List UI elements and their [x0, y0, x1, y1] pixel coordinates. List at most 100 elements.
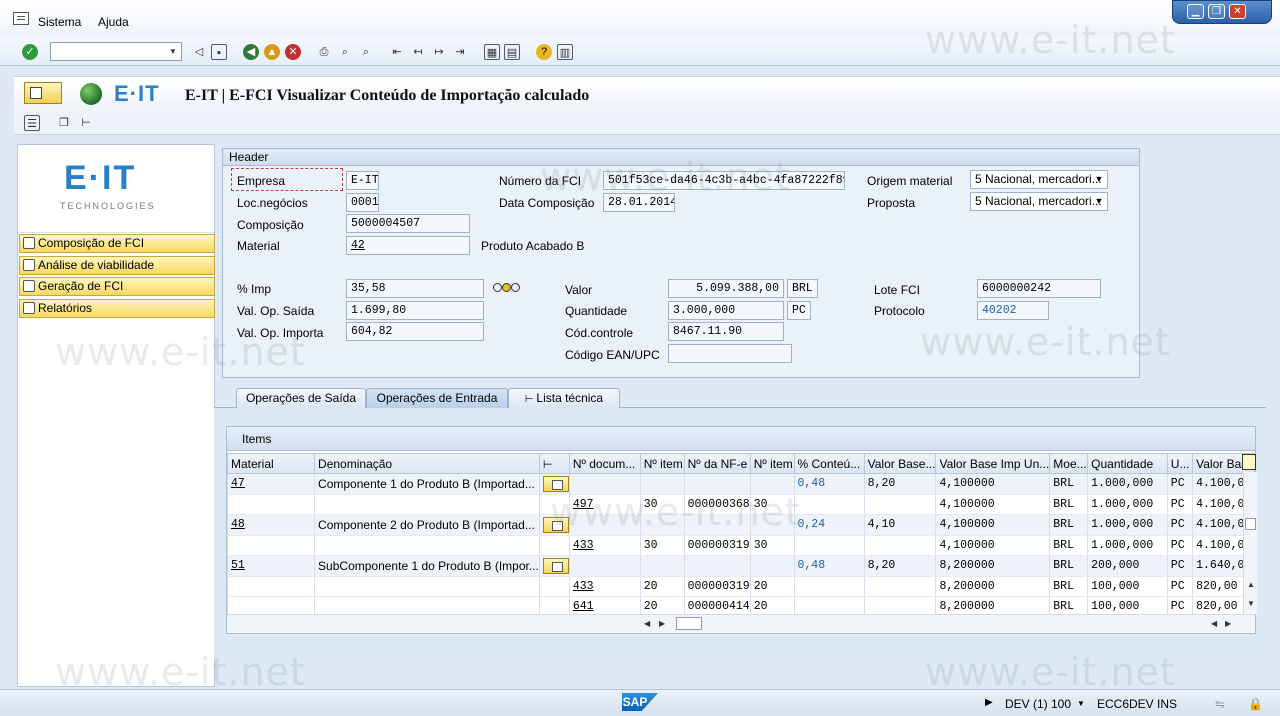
last-page-icon[interactable]: ⇥	[452, 44, 468, 60]
proposta-label: Proposta	[867, 196, 916, 210]
scroll-down-icon[interactable]: ▼	[1247, 599, 1255, 608]
scroll-thumb[interactable]	[676, 617, 702, 630]
lote-fci-field[interactable]: 6000000242	[977, 279, 1101, 298]
protocolo-field[interactable]: 40202	[977, 301, 1049, 320]
column-header[interactable]: Quantidade	[1087, 453, 1168, 474]
copy-icon[interactable]: ❐	[56, 115, 72, 131]
find-icon[interactable]: ⌕	[337, 44, 353, 60]
column-header[interactable]: Moe...	[1049, 453, 1089, 474]
scroll-thumb[interactable]	[1245, 518, 1256, 530]
loc-negocios-field[interactable]: 0001	[346, 193, 379, 212]
column-header[interactable]: Nº docum...	[568, 453, 641, 474]
column-header[interactable]: Material	[226, 453, 316, 474]
data-composicao-field[interactable]: 28.01.2014	[603, 193, 675, 212]
menu-toggle-button[interactable]	[24, 82, 62, 104]
table-row[interactable]: 433 30 000000319 30 4,100000 BRL 1.000,000 PC 4.…	[226, 535, 1255, 556]
column-header[interactable]: U...	[1166, 453, 1194, 474]
table-row[interactable]: 497 30 000000368 30 4,100000 BRL 1.000,000 PC 4.…	[226, 494, 1255, 515]
list-icon[interactable]: ☰	[24, 115, 40, 131]
find-next-icon[interactable]: ⌕	[358, 44, 374, 60]
scroll-up-icon[interactable]: ▲	[1247, 580, 1255, 589]
shortcut-icon[interactable]: ▤	[504, 44, 520, 60]
chevron-down-icon[interactable]: ▼	[1077, 699, 1085, 708]
close-icon[interactable]: ✕	[1229, 4, 1246, 19]
tab-lista-tecnica[interactable]: ⊢ Lista técnica	[508, 388, 620, 408]
column-header-hierarchy[interactable]: ⊢	[538, 453, 570, 474]
new-session-icon[interactable]: ▦	[484, 44, 500, 60]
codigo-ean-field[interactable]	[668, 344, 792, 363]
layout-icon[interactable]: ▥	[557, 44, 573, 60]
table-cell-material[interactable]: 51	[226, 555, 315, 577]
save-icon[interactable]: ▪	[211, 44, 227, 60]
nav-composicao-fci[interactable]: Composição de FCI	[19, 234, 215, 253]
table-cell-material[interactable]: 47	[226, 473, 315, 495]
table-row[interactable]: 433 20 000000319 20 8,200000 BRL 100,000 PC 820,…	[226, 576, 1255, 597]
nav-geracao-fci[interactable]: Geração de FCI	[19, 277, 215, 296]
table-cell-doc[interactable]: 433	[568, 535, 641, 556]
scroll-left-icon[interactable]: ◀	[1211, 619, 1217, 628]
chevron-down-icon[interactable]: ▼	[165, 43, 181, 60]
quantidade-field[interactable]: 3.000,000	[668, 301, 784, 320]
column-header[interactable]: Valor Base...	[863, 453, 937, 474]
table-row[interactable]: 48 Componente 2 do Produto B (Importad...…	[226, 514, 1255, 536]
column-settings-icon[interactable]	[1242, 454, 1256, 470]
horizontal-scrollbar[interactable]: ◀ ▶ ◀ ▶	[227, 614, 1255, 632]
scroll-right-icon[interactable]: ▶	[659, 619, 665, 628]
numero-fci-field[interactable]: 501f53ce-da46-4c3b-a4bc-4fa87222f89f	[603, 171, 845, 190]
exit-icon[interactable]: ▲	[264, 44, 280, 60]
next-page-icon[interactable]: ↦	[431, 44, 447, 60]
first-page-icon[interactable]: ⇤	[389, 44, 405, 60]
valor-currency[interactable]: BRL	[787, 279, 818, 298]
vertical-scrollbar[interactable]: ▲ ▼	[1243, 472, 1257, 614]
menu-ajuda[interactable]: Ajuda	[98, 15, 129, 29]
cod-controle-field[interactable]: 8467.11.90	[668, 322, 784, 341]
table-cell-doc[interactable]: 433	[568, 576, 641, 597]
scroll-right-icon[interactable]: ▶	[1225, 619, 1231, 628]
collapse-icon[interactable]: ◁	[191, 44, 207, 60]
minimize-icon[interactable]: ▁	[1187, 4, 1204, 19]
hierarchy-icon[interactable]: ⊢	[78, 115, 94, 131]
play-icon[interactable]: ▶	[985, 697, 993, 708]
valor-field[interactable]: 5.099.388,00	[668, 279, 784, 298]
command-field[interactable]: ▼	[50, 42, 182, 61]
table-cell-doc[interactable]: 497	[568, 494, 641, 515]
quantidade-unit[interactable]: PC	[787, 301, 811, 320]
menu-icon[interactable]	[13, 12, 29, 25]
chevron-down-icon[interactable]: ▼	[1093, 171, 1105, 188]
lock-icon[interactable]: 🔒	[1248, 697, 1263, 711]
proposta-select[interactable]: 5 Nacional, mercadori... ▼	[970, 192, 1108, 211]
origem-material-select[interactable]: 5 Nacional, mercadori... ▼	[970, 170, 1108, 189]
empresa-field[interactable]: E-IT	[346, 171, 379, 190]
help-icon[interactable]: ?	[536, 44, 552, 60]
detail-button[interactable]	[542, 475, 569, 492]
detail-button[interactable]	[542, 516, 569, 533]
column-header[interactable]: Valor Base Imp Un...	[935, 453, 1051, 474]
cancel-icon[interactable]: ✕	[285, 44, 301, 60]
menu-sistema[interactable]: Sistema	[38, 15, 81, 29]
pct-imp-field[interactable]: 35,58	[346, 279, 484, 298]
column-header[interactable]: Nº da NF-e	[683, 453, 751, 474]
column-header[interactable]: Denominação	[314, 453, 540, 474]
detail-button[interactable]	[542, 557, 569, 574]
table-row[interactable]: 47 Componente 1 do Produto B (Importad...…	[226, 473, 1255, 495]
composicao-field[interactable]: 5000004507	[346, 214, 470, 233]
table-row[interactable]: 51 SubComponente 1 do Produto B (Impor...…	[226, 555, 1255, 577]
chevron-down-icon[interactable]: ▼	[1093, 193, 1105, 210]
previous-page-icon[interactable]: ↤	[410, 44, 426, 60]
val-op-saida-field[interactable]: 1.699,80	[346, 301, 484, 320]
tab-operacoes-saida[interactable]: Operações de Saída	[236, 388, 366, 408]
back-icon[interactable]: ◀	[243, 44, 259, 60]
material-field[interactable]: 42	[346, 236, 470, 255]
column-header[interactable]: Nº item	[749, 453, 795, 474]
column-header[interactable]: % Conteú...	[793, 453, 865, 474]
print-icon[interactable]: ⎙	[316, 44, 332, 60]
table-cell-material[interactable]: 48	[226, 514, 315, 536]
restore-icon[interactable]: ❐	[1208, 4, 1225, 19]
nav-relatorios[interactable]: Relatórios	[19, 299, 215, 318]
tab-operacoes-entrada[interactable]: Operações de Entrada	[366, 388, 508, 408]
nav-analise-viabilidade[interactable]: Análise de viabilidade	[19, 256, 215, 275]
scroll-left-icon[interactable]: ◀	[644, 619, 650, 628]
column-header[interactable]: Nº item	[639, 453, 685, 474]
enter-icon[interactable]: ✓	[22, 44, 38, 60]
val-op-importa-field[interactable]: 604,82	[346, 322, 484, 341]
